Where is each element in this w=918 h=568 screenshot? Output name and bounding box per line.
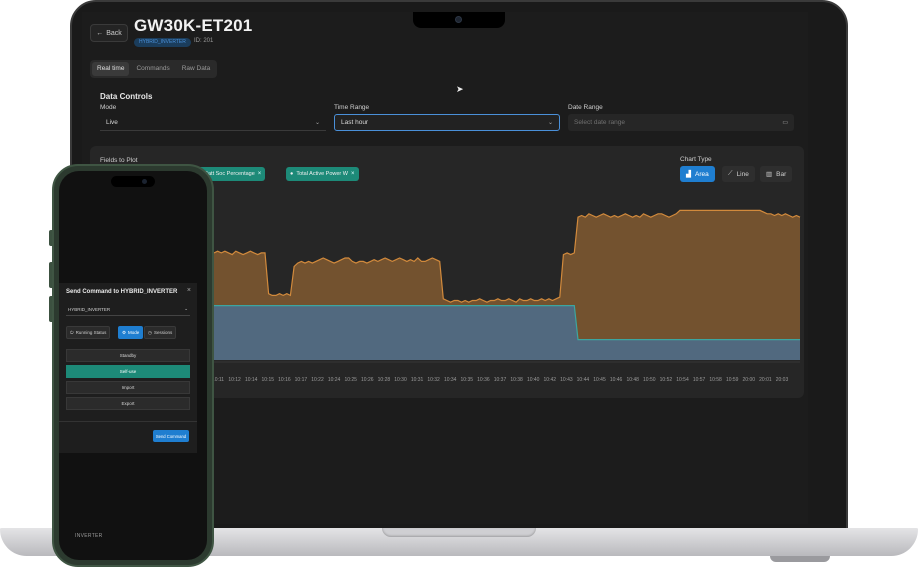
mode-label: Mode — [100, 104, 117, 111]
x-tick-label: 10:40 — [527, 377, 540, 383]
option-export[interactable]: Export — [66, 397, 190, 410]
x-tick-label: 10:28 — [378, 377, 391, 383]
time-range-value: Last hour — [341, 119, 369, 126]
x-tick-label: 10:25 — [344, 377, 357, 383]
x-tick-label: 10:38 — [510, 377, 523, 383]
time-range-label: Time Range — [334, 104, 370, 111]
x-tick-label: 10:42 — [544, 377, 557, 383]
back-button[interactable]: ← Back — [90, 24, 128, 42]
x-tick-label: 10:22 — [311, 377, 324, 383]
x-tick-label: 10:30 — [394, 377, 407, 383]
x-tick-label: 10:46 — [610, 377, 623, 383]
segment-running-status[interactable]: ⏻ Running Status — [66, 326, 111, 339]
tab-raw-data[interactable]: Raw Data — [177, 62, 216, 76]
x-tick-label: 10:34 — [444, 377, 457, 383]
x-tick-label: 10:54 — [676, 377, 689, 383]
segment-label: Sessions — [153, 330, 173, 335]
section-title: Data Controls — [100, 92, 153, 101]
tab-real-time[interactable]: Real time — [92, 62, 130, 76]
time-range-select[interactable]: Last hour ⌄ — [334, 114, 560, 131]
tab-bar: Real time Commands Raw Data — [90, 60, 218, 78]
x-tick-label: 10:12 — [228, 377, 241, 383]
dynamic-island — [111, 176, 155, 187]
mode-value: Live — [106, 118, 118, 126]
x-tick-label: 10:50 — [643, 377, 656, 383]
date-range-input[interactable]: Select date range ▭ — [568, 114, 794, 131]
device-select-value: HYBRID_INVERTER — [68, 306, 111, 312]
option-self-use[interactable]: Self-use — [66, 365, 190, 378]
x-tick-label: 10:35 — [461, 377, 474, 383]
send-command-modal: Send Command to HYBRID_INVERTER × HYBRID… — [59, 283, 197, 453]
modal-title: Send Command to HYBRID_INVERTER — [66, 289, 178, 295]
x-tick-label: 10:16 — [278, 377, 291, 383]
page-title: GW30K-ET201 — [134, 16, 253, 35]
x-tick-label: 20:00 — [743, 377, 756, 383]
option-standby[interactable]: Standby — [66, 349, 190, 362]
x-tick-label: 10:24 — [328, 377, 341, 383]
stage: ← Back GW30K-ET201 HYBRID_INVERTER ID: 2… — [0, 0, 918, 568]
x-tick-label: 10:17 — [295, 377, 308, 383]
gear-icon: ⚙ — [122, 329, 127, 335]
mode-select[interactable]: Live ⌄ — [100, 114, 326, 131]
x-tick-label: 10:44 — [577, 377, 590, 383]
laptop-groove — [382, 528, 536, 537]
power-icon: ⏻ — [70, 330, 74, 335]
x-tick-label: 20:03 — [776, 377, 789, 383]
x-tick-label: 10:32 — [427, 377, 440, 383]
laptop-foot — [770, 556, 830, 562]
clock-icon: ◷ — [148, 329, 152, 335]
x-tick-label: 10:48 — [626, 377, 639, 383]
chevron-down-icon: ⌄ — [314, 119, 320, 126]
segment-mode[interactable]: ⚙ Mode — [118, 326, 144, 339]
send-command-button[interactable]: Send Command — [153, 430, 189, 442]
x-tick-label: 10:26 — [361, 377, 374, 383]
segment-label: Mode — [128, 330, 140, 335]
segment-label: Running Status — [75, 330, 107, 335]
option-import[interactable]: Import — [66, 381, 190, 394]
phone-screen: Send Command to HYBRID_INVERTER × HYBRID… — [59, 171, 207, 560]
date-range-label: Date Range — [568, 104, 603, 111]
x-tick-label: 10:37 — [494, 377, 507, 383]
x-tick-label: 10:43 — [560, 377, 573, 383]
back-button-label: Back — [106, 29, 122, 37]
x-tick-label: 10:31 — [411, 377, 424, 383]
chevron-down-icon: ⌄ — [547, 120, 553, 126]
mouse-cursor-icon: ➤ — [456, 84, 464, 94]
x-tick-label: 10:59 — [726, 377, 739, 383]
calendar-icon: ▭ — [782, 120, 788, 126]
camera-icon — [455, 16, 462, 23]
x-tick-label: 10:36 — [477, 377, 490, 383]
x-tick-label: 10:52 — [660, 377, 673, 383]
device-id: ID: 201 — [194, 38, 214, 44]
camera-icon — [142, 179, 147, 184]
x-tick-label: 10:57 — [693, 377, 706, 383]
device-type-badge: HYBRID_INVERTER — [134, 38, 191, 47]
device-select[interactable]: HYBRID_INVERTER ⌄ — [66, 303, 190, 316]
phone-footer-text: INVERTER — [75, 533, 103, 539]
chevron-down-icon: ⌄ — [184, 306, 188, 311]
tab-commands[interactable]: Commands — [131, 62, 174, 76]
segment-sessions[interactable]: ◷ Sessions — [144, 326, 177, 339]
modal-divider — [59, 421, 197, 422]
close-icon[interactable]: × — [187, 287, 191, 294]
arrow-left-icon: ← — [96, 29, 104, 37]
x-tick-label: 10:15 — [262, 377, 275, 383]
x-tick-label: 10:45 — [593, 377, 606, 383]
x-tick-label: 20:01 — [759, 377, 772, 383]
date-range-placeholder: Select date range — [574, 119, 625, 126]
x-tick-label: 10:14 — [245, 377, 258, 383]
camera-notch — [413, 12, 505, 28]
x-tick-label: 10:58 — [709, 377, 722, 383]
